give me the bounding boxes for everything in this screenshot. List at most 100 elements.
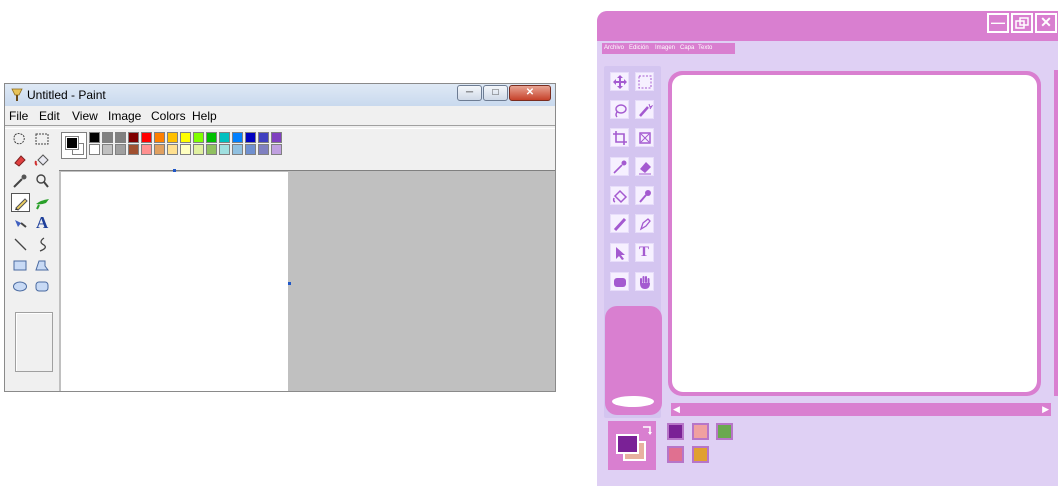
magic-wand-tool[interactable] xyxy=(635,100,654,119)
minimize-button[interactable]: — xyxy=(987,13,1009,33)
palette-swatch[interactable] xyxy=(115,132,126,143)
menu-edicion[interactable]: Edición xyxy=(629,44,649,52)
line-tool[interactable] xyxy=(11,235,30,254)
palette-swatch[interactable] xyxy=(245,132,256,143)
shape-tool[interactable] xyxy=(610,272,629,291)
palette-swatch[interactable] xyxy=(154,144,165,155)
palette-swatch[interactable] xyxy=(167,132,178,143)
magnifier-tool[interactable] xyxy=(33,172,52,191)
horizontal-scrollbar[interactable]: ◀ ▶ xyxy=(671,403,1051,416)
palette-swatch[interactable] xyxy=(232,144,243,155)
restore-button[interactable] xyxy=(1011,13,1033,33)
resize-handle-right[interactable] xyxy=(288,282,291,285)
menu-colors[interactable]: Colors xyxy=(151,109,186,123)
palette-swatch[interactable] xyxy=(115,144,126,155)
palette-swatch[interactable] xyxy=(167,144,178,155)
palette-swatch[interactable] xyxy=(219,132,230,143)
drawing-canvas[interactable] xyxy=(61,172,288,391)
color-picker-tool[interactable] xyxy=(610,157,629,176)
palette-swatch[interactable] xyxy=(258,144,269,155)
vertical-scrollbar[interactable]: ▲ ▼ xyxy=(1054,70,1058,396)
text-tool[interactable]: A xyxy=(33,213,52,233)
eraser-tool[interactable] xyxy=(635,157,654,176)
airbrush-tool[interactable] xyxy=(11,214,30,233)
palette-swatch[interactable] xyxy=(141,144,152,155)
palette-swatch[interactable] xyxy=(154,132,165,143)
close-button[interactable]: ✕ xyxy=(1035,13,1057,33)
text-icon: T xyxy=(639,244,650,260)
hand-tool[interactable] xyxy=(635,272,654,291)
ellipse-tool[interactable] xyxy=(11,277,30,296)
select-tool[interactable] xyxy=(33,130,52,149)
title-bar[interactable]: — ✕ xyxy=(597,11,1058,41)
text-tool[interactable]: T xyxy=(635,243,654,262)
menu-capa[interactable]: Capa xyxy=(680,44,694,52)
color-picker-tool[interactable] xyxy=(11,172,30,191)
brush-size-panel[interactable] xyxy=(605,306,662,415)
rounded-rectangle-tool[interactable] xyxy=(33,277,52,296)
drawing-canvas[interactable] xyxy=(672,75,1037,392)
brush-tool[interactable] xyxy=(33,193,52,212)
pointer-tool[interactable] xyxy=(610,243,629,262)
brush-tool[interactable] xyxy=(635,186,654,205)
foreground-color[interactable] xyxy=(65,136,79,150)
pencil-tool[interactable] xyxy=(11,193,30,212)
fill-bucket-tool[interactable] xyxy=(33,151,52,170)
palette-swatch[interactable] xyxy=(89,144,100,155)
menu-help[interactable]: Help xyxy=(192,109,217,123)
eraser-tool[interactable] xyxy=(11,151,30,170)
swap-colors-icon[interactable] xyxy=(641,425,653,437)
palette-swatch[interactable] xyxy=(206,144,217,155)
palette-swatch[interactable] xyxy=(206,132,217,143)
menu-archivo[interactable]: Archivo xyxy=(604,44,624,52)
swatch-salmon[interactable] xyxy=(692,423,709,440)
palette-swatch[interactable] xyxy=(193,132,204,143)
swatch-gold[interactable] xyxy=(692,446,709,463)
palette-swatch[interactable] xyxy=(89,132,100,143)
polygon-tool[interactable] xyxy=(33,256,52,275)
crop-tool[interactable] xyxy=(610,128,629,147)
minimize-button[interactable]: ─ xyxy=(457,85,482,101)
palette-swatch[interactable] xyxy=(128,132,139,143)
close-button[interactable]: ✕ xyxy=(509,85,551,101)
palette-swatch[interactable] xyxy=(219,144,230,155)
pencil-tool[interactable] xyxy=(610,214,629,233)
palette-swatch[interactable] xyxy=(102,132,113,143)
swatch-green[interactable] xyxy=(716,423,733,440)
palette-swatch[interactable] xyxy=(102,144,113,155)
palette-swatch[interactable] xyxy=(271,144,282,155)
scroll-left-icon[interactable]: ◀ xyxy=(673,405,680,414)
pen-tool[interactable] xyxy=(635,214,654,233)
fill-bucket-tool[interactable] xyxy=(610,186,629,205)
rectangle-tool[interactable] xyxy=(11,256,30,275)
menu-view[interactable]: View xyxy=(72,109,98,123)
scroll-right-icon[interactable]: ▶ xyxy=(1042,405,1049,414)
menu-texto[interactable]: Texto xyxy=(698,44,712,52)
primary-color[interactable] xyxy=(616,434,639,454)
palette-swatch[interactable] xyxy=(180,144,191,155)
palette-swatch[interactable] xyxy=(193,144,204,155)
palette-swatch[interactable] xyxy=(258,132,269,143)
palette-swatch[interactable] xyxy=(271,132,282,143)
palette-swatch[interactable] xyxy=(128,144,139,155)
swatch-purple[interactable] xyxy=(667,423,684,440)
swatch-rose[interactable] xyxy=(667,446,684,463)
move-tool[interactable] xyxy=(610,72,629,91)
lasso-tool[interactable] xyxy=(610,100,629,119)
palette-swatch[interactable] xyxy=(245,144,256,155)
palette-swatch[interactable] xyxy=(180,132,191,143)
tool-options-box[interactable] xyxy=(15,312,53,372)
title-bar[interactable]: Untitled - Paint ─ □ ✕ xyxy=(5,84,555,106)
resize-tool[interactable] xyxy=(635,128,654,147)
curve-tool[interactable] xyxy=(33,235,52,254)
menu-imagen[interactable]: Imagen xyxy=(655,44,675,52)
maximize-button[interactable]: □ xyxy=(483,85,508,101)
palette-swatch[interactable] xyxy=(141,132,152,143)
marquee-select-tool[interactable] xyxy=(635,72,654,91)
menu-file[interactable]: File xyxy=(9,109,28,123)
menu-edit[interactable]: Edit xyxy=(39,109,60,123)
free-form-select-tool[interactable] xyxy=(11,130,30,149)
resize-handle-top[interactable] xyxy=(173,169,176,172)
palette-swatch[interactable] xyxy=(232,132,243,143)
menu-image[interactable]: Image xyxy=(108,109,141,123)
